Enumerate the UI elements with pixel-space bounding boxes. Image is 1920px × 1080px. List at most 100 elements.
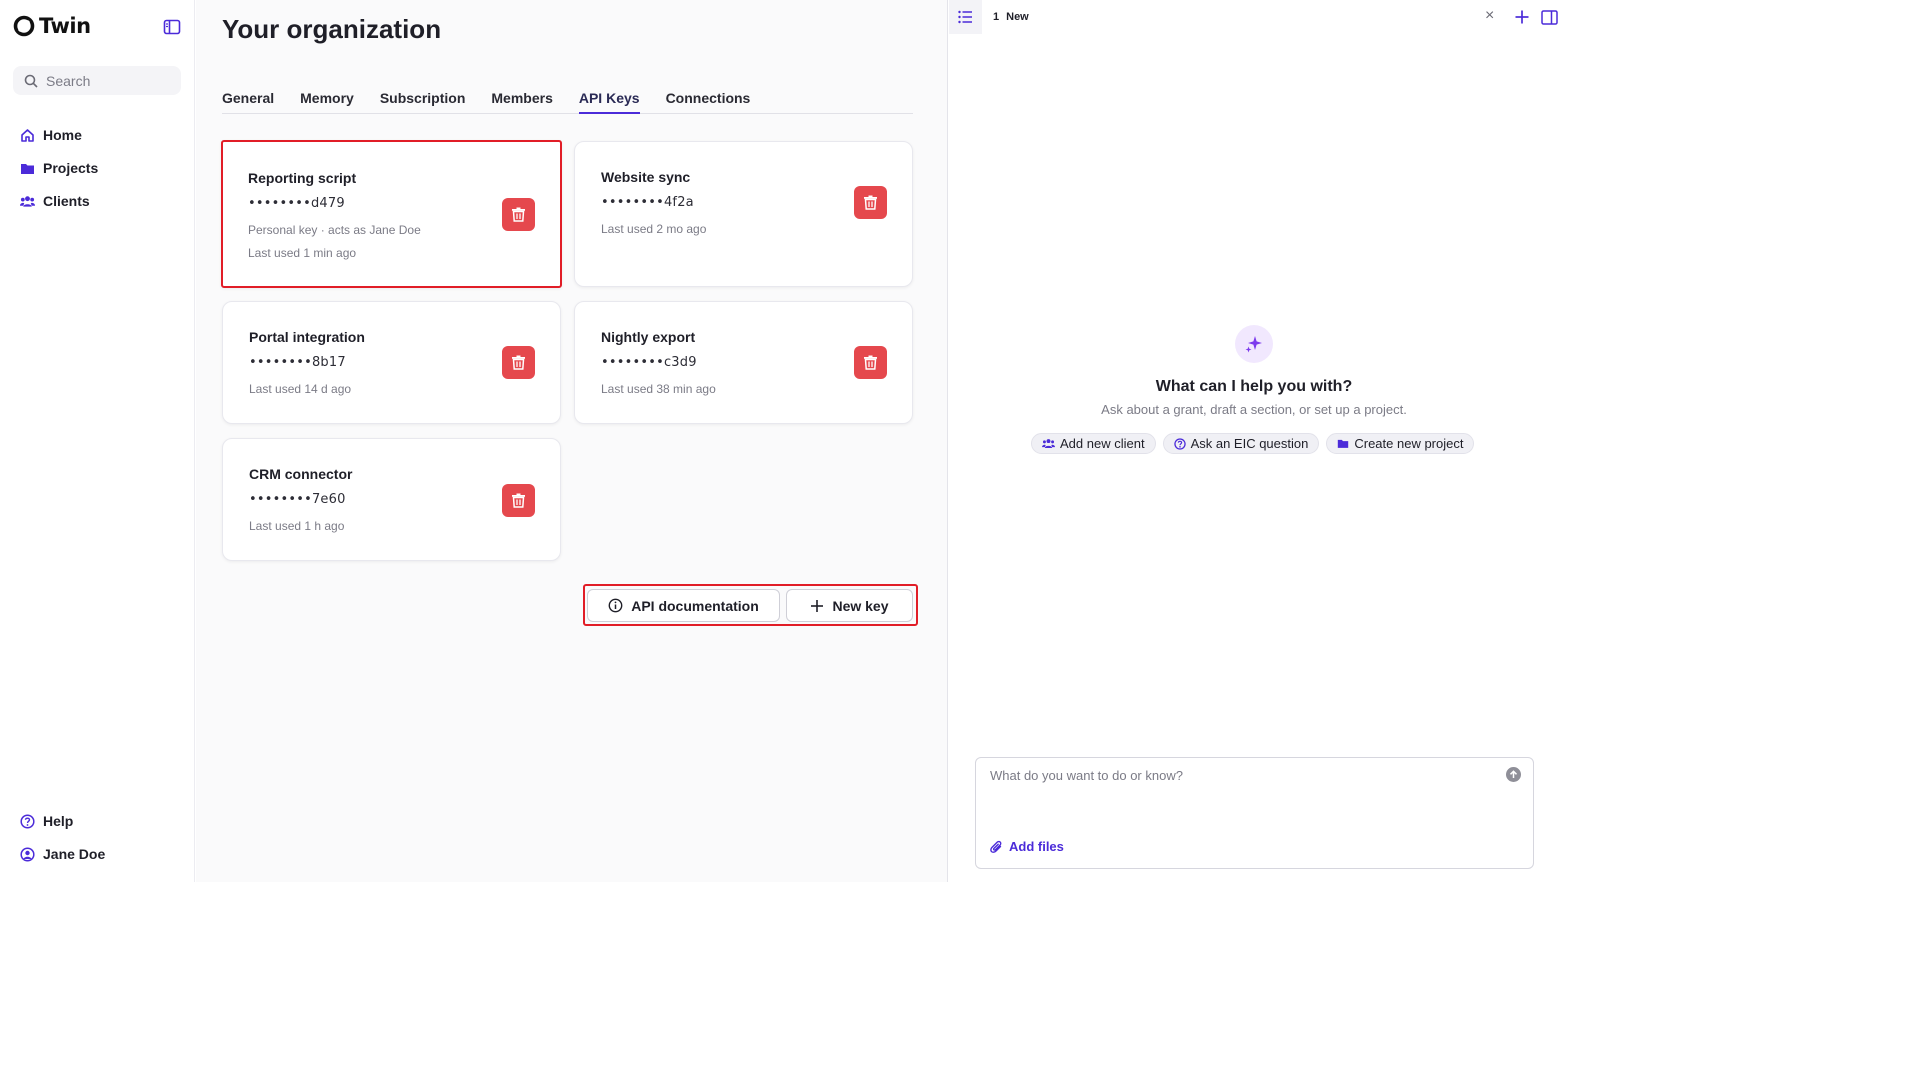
page-title: Your organization bbox=[222, 14, 442, 44]
main-content: Your organization General Memory Subscri… bbox=[196, 0, 948, 882]
home-icon bbox=[20, 128, 35, 143]
assistant-tabbar: 1 New × bbox=[949, 0, 1568, 34]
search-icon bbox=[24, 74, 38, 88]
paperclip-icon bbox=[990, 840, 1002, 853]
chip-label: Create new project bbox=[1354, 436, 1464, 451]
search-input[interactable]: Search bbox=[13, 66, 181, 95]
list-icon bbox=[958, 10, 972, 24]
search-placeholder: Search bbox=[46, 72, 91, 89]
api-key-last-used: Last used 1 h ago bbox=[249, 519, 345, 533]
api-key-card: Website sync ••••••••4f2a Last used 2 mo… bbox=[574, 141, 913, 287]
api-key-masked: ••••••••8b17 bbox=[249, 355, 346, 370]
send-button[interactable] bbox=[1506, 767, 1521, 782]
tab-members[interactable]: Members bbox=[491, 86, 552, 114]
conversation-tab[interactable]: 1 New bbox=[993, 11, 1029, 23]
api-key-last-used: Last used 14 d ago bbox=[249, 382, 352, 396]
sidebar-item-label: Projects bbox=[43, 160, 99, 176]
sidebar-item-label: Home bbox=[43, 127, 82, 143]
sparkle-icon bbox=[1235, 325, 1273, 363]
users-icon bbox=[1042, 439, 1055, 448]
tab-subscription[interactable]: Subscription bbox=[380, 86, 466, 114]
folder-icon bbox=[20, 161, 35, 176]
arrow-up-icon bbox=[1509, 770, 1518, 778]
sidebar-nav: Home Projects Clients bbox=[20, 125, 98, 211]
add-files-label: Add files bbox=[1009, 839, 1064, 854]
suggestion-chips: Add new client Ask an EIC question Creat… bbox=[1031, 433, 1475, 454]
api-key-card: Nightly export ••••••••c3d9 Last used 38… bbox=[574, 301, 913, 424]
chip-ask-eic-question[interactable]: Ask an EIC question bbox=[1162, 433, 1320, 454]
api-key-masked: ••••••••d479 bbox=[248, 196, 345, 211]
conversation-list-button[interactable] bbox=[949, 0, 982, 34]
api-key-name: CRM connector bbox=[249, 466, 353, 482]
assistant-panel: 1 New × What can I help you with? Ask ab… bbox=[949, 0, 1568, 882]
conversation-tab-number: 1 bbox=[993, 11, 1000, 23]
assistant-heading: What can I help you with? bbox=[1155, 378, 1353, 395]
tab-general[interactable]: General bbox=[222, 86, 274, 114]
api-key-name: Nightly export bbox=[601, 329, 696, 345]
brand-logo[interactable]: Twin bbox=[13, 14, 91, 38]
api-documentation-button[interactable]: API documentation bbox=[587, 589, 780, 622]
settings-tabs: General Memory Subscription Members API … bbox=[222, 86, 913, 114]
sidebar: Twin Search Home Projects Clients Help J… bbox=[0, 0, 195, 882]
conversation-tab-label: New bbox=[1006, 11, 1029, 23]
api-key-card: Portal integration ••••••••8b17 Last use… bbox=[222, 301, 561, 424]
message-composer: Add files bbox=[975, 757, 1534, 869]
add-files-button[interactable]: Add files bbox=[990, 839, 1064, 854]
sidebar-item-label: Jane Doe bbox=[43, 846, 106, 862]
delete-key-button[interactable] bbox=[502, 346, 535, 379]
sidebar-item-clients[interactable]: Clients bbox=[20, 191, 98, 211]
sidebar-item-help[interactable]: Help bbox=[20, 811, 105, 831]
help-circle-icon bbox=[20, 813, 35, 829]
plus-icon bbox=[811, 599, 824, 612]
sidebar-item-label: Help bbox=[43, 813, 74, 829]
info-icon bbox=[608, 598, 623, 613]
panel-layout-icon bbox=[1540, 9, 1558, 25]
collapse-sidebar-icon[interactable] bbox=[163, 18, 181, 36]
trash-icon bbox=[512, 493, 525, 508]
new-conversation-button[interactable] bbox=[1509, 3, 1534, 31]
api-key-card: Reporting script ••••••••d479 Personal k… bbox=[221, 140, 562, 288]
sidebar-bottom: Help Jane Doe bbox=[20, 811, 105, 864]
folder-icon bbox=[1338, 439, 1349, 448]
chip-add-new-client[interactable]: Add new client bbox=[1031, 433, 1156, 454]
toggle-panel-layout-button[interactable] bbox=[1538, 6, 1560, 28]
chip-label: Ask an EIC question bbox=[1190, 436, 1309, 451]
sidebar-item-home[interactable]: Home bbox=[20, 125, 98, 145]
delete-key-button[interactable] bbox=[854, 346, 887, 379]
sidebar-item-label: Clients bbox=[43, 193, 90, 209]
trash-icon bbox=[864, 355, 877, 370]
sidebar-item-projects[interactable]: Projects bbox=[20, 158, 98, 178]
trash-icon bbox=[512, 355, 525, 370]
api-key-masked: ••••••••c3d9 bbox=[601, 355, 697, 370]
users-icon bbox=[20, 194, 35, 209]
chip-label: Add new client bbox=[1060, 436, 1145, 451]
new-key-label: New key bbox=[832, 597, 889, 614]
tab-api-keys[interactable]: API Keys bbox=[578, 86, 640, 114]
chip-create-new-project[interactable]: Create new project bbox=[1326, 433, 1475, 454]
api-key-last-used: Last used 2 mo ago bbox=[601, 222, 707, 236]
api-key-note: Personal key · acts as Jane Doe bbox=[248, 223, 421, 237]
plus-icon bbox=[1515, 10, 1528, 24]
trash-icon bbox=[864, 195, 877, 210]
delete-key-button[interactable] bbox=[502, 484, 535, 517]
new-key-button[interactable]: New key bbox=[786, 589, 913, 622]
close-tab-icon[interactable]: × bbox=[1485, 8, 1494, 24]
api-key-name: Portal integration bbox=[249, 329, 365, 345]
tab-memory[interactable]: Memory bbox=[300, 86, 354, 114]
delete-key-button[interactable] bbox=[502, 198, 535, 231]
assistant-subheading: Ask about a grant, draft a section, or s… bbox=[1101, 402, 1407, 417]
api-key-card: CRM connector ••••••••7e60 Last used 1 h… bbox=[222, 438, 561, 561]
sidebar-item-account[interactable]: Jane Doe bbox=[20, 844, 105, 864]
brand-name: Twin bbox=[39, 14, 91, 38]
message-input[interactable] bbox=[990, 768, 1490, 828]
help-circle-icon bbox=[1173, 437, 1186, 450]
api-key-masked: ••••••••4f2a bbox=[601, 195, 694, 210]
trash-icon bbox=[512, 207, 525, 222]
twin-logo-icon bbox=[13, 15, 35, 37]
tab-connections[interactable]: Connections bbox=[666, 86, 751, 114]
api-key-last-used: Last used 1 min ago bbox=[248, 246, 357, 260]
api-key-name: Website sync bbox=[601, 169, 691, 185]
api-documentation-label: API documentation bbox=[631, 597, 759, 614]
delete-key-button[interactable] bbox=[854, 186, 887, 219]
api-key-last-used: Last used 38 min ago bbox=[601, 382, 716, 396]
